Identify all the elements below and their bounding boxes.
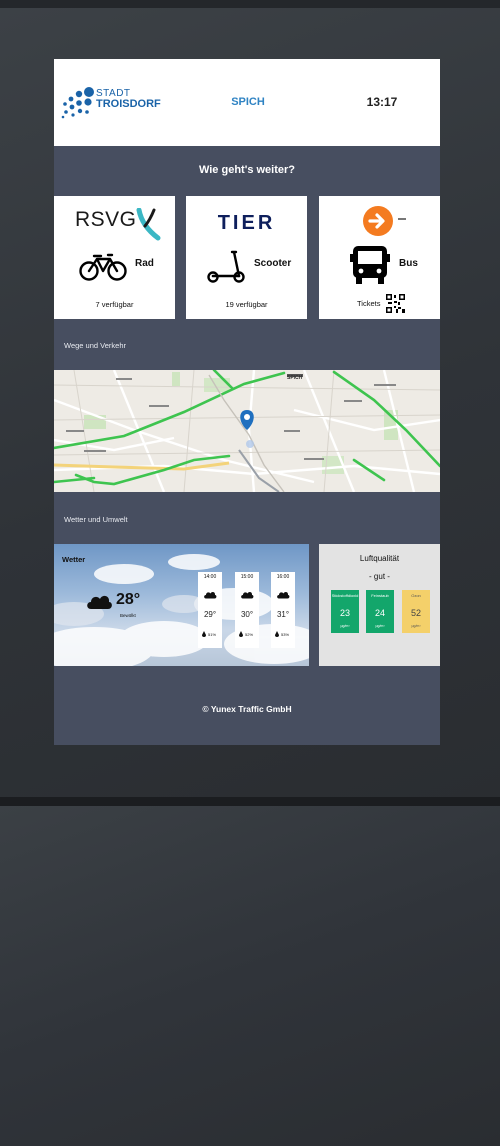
- forecast-precip: 52%: [245, 632, 254, 637]
- tile-scooter-count: 19 verfügbar: [225, 300, 268, 309]
- forecast-precip: 51%: [208, 632, 217, 637]
- air-quality-unit: µg/m³: [340, 624, 350, 628]
- kiosk-housing-bottom: [0, 806, 500, 1146]
- forecast-card: 15:00 30° 52%: [235, 572, 259, 648]
- qr-code-icon[interactable]: [386, 294, 405, 313]
- map-canvas: [54, 370, 440, 492]
- logo-line-troisdorf: TROISDORF: [96, 98, 161, 110]
- tier-logo: TIER: [217, 212, 276, 234]
- current-temperature: 28°: [116, 591, 141, 608]
- air-quality-name: Feinstaub: [371, 593, 389, 598]
- footer-copyright: © Yunex Traffic GmbH: [202, 704, 292, 714]
- forecast-temp: 30°: [240, 610, 254, 619]
- tile-bike-label: Rad: [135, 258, 154, 269]
- arrow-right-circle-icon: [363, 206, 393, 236]
- forecast-card: 14:00 29° 51%: [198, 572, 222, 648]
- air-quality-value: 24: [374, 608, 385, 618]
- tile-scooter-label: Scooter: [254, 258, 292, 269]
- page-title: Wie geht's weiter?: [198, 164, 296, 176]
- forecast-card: 16:00 31° 53%: [271, 572, 295, 648]
- traffic-map[interactable]: SPICH: [54, 370, 440, 492]
- tile-public-transport[interactable]: Bus Tickets: [319, 196, 440, 319]
- header-bar: STADT TROISDORF SPICH 13:17: [54, 59, 440, 146]
- info-screen: STADT TROISDORF SPICH 13:17 Wie geht's w…: [54, 59, 440, 745]
- forecast-temp: 31°: [276, 610, 290, 619]
- weather-condition: Bewölkt: [120, 613, 136, 618]
- scooter-icon: [207, 250, 245, 283]
- weather-title: Wetter: [62, 555, 86, 564]
- forecast-time: 15:00: [240, 574, 254, 580]
- air-quality-unit: µg/m³: [375, 624, 385, 628]
- air-quality-value: 52: [410, 608, 421, 618]
- raindrop-icon: [239, 631, 243, 637]
- tile-bike-count: 7 verfügbar: [95, 300, 134, 309]
- arrow-caption-mark: [398, 218, 406, 220]
- bicycle-icon: [79, 253, 127, 281]
- tile-bus-label: Bus: [399, 258, 418, 269]
- forecast-temp: 29°: [203, 610, 217, 619]
- section-traffic-label: Wege und Verkehr: [64, 341, 126, 350]
- air-quality-ozone: Ozon 52 µg/m³: [402, 590, 430, 633]
- tile-scooter-sharing[interactable]: TIER Scooter 19 verfügbar: [186, 196, 307, 319]
- cloud-icon: [87, 595, 112, 609]
- cloud-icon: [204, 591, 217, 599]
- air-quality-title: Luftqualität: [359, 554, 400, 563]
- tile-bus-tickets: Tickets: [357, 299, 381, 308]
- raindrop-icon: [202, 631, 206, 637]
- air-quality-name: Ozon: [411, 593, 421, 598]
- air-quality-unit: µg/m³: [411, 624, 421, 628]
- location-label: SPICH: [231, 96, 265, 108]
- rsvg-logo: RSVG: [75, 208, 137, 231]
- air-quality-name: Stickstoffdioxid: [331, 593, 359, 598]
- air-quality-value: 23: [339, 608, 350, 618]
- forecast-time: 14:00: [203, 574, 217, 580]
- map-place-label: SPICH: [287, 375, 303, 381]
- air-quality-pm: Feinstaub 24 µg/m³: [366, 590, 394, 633]
- rsvg-swoosh-icon: [136, 208, 161, 241]
- cloud-icon: [277, 591, 290, 599]
- section-weather-label: Wetter und Umwelt: [64, 515, 128, 524]
- kiosk-housing-seam: [0, 797, 500, 806]
- air-quality-panel: Luftqualität - gut - Stickstoffdioxid 23…: [319, 544, 440, 666]
- forecast-time: 16:00: [276, 574, 290, 580]
- clock: 13:17: [366, 95, 398, 109]
- air-quality-no2: Stickstoffdioxid 23 µg/m³: [331, 590, 359, 633]
- cloud-icon: [241, 591, 254, 599]
- raindrop-icon: [275, 631, 279, 637]
- forecast-precip: 53%: [281, 632, 290, 637]
- bus-icon: [350, 246, 390, 284]
- weather-panel: Wetter 28° Bewölkt 14:00 29° 51% 15:00 3…: [54, 544, 309, 666]
- air-quality-status: - gut -: [369, 572, 390, 581]
- tile-bike-sharing[interactable]: RSVG Rad 7 verfügbar: [54, 196, 175, 319]
